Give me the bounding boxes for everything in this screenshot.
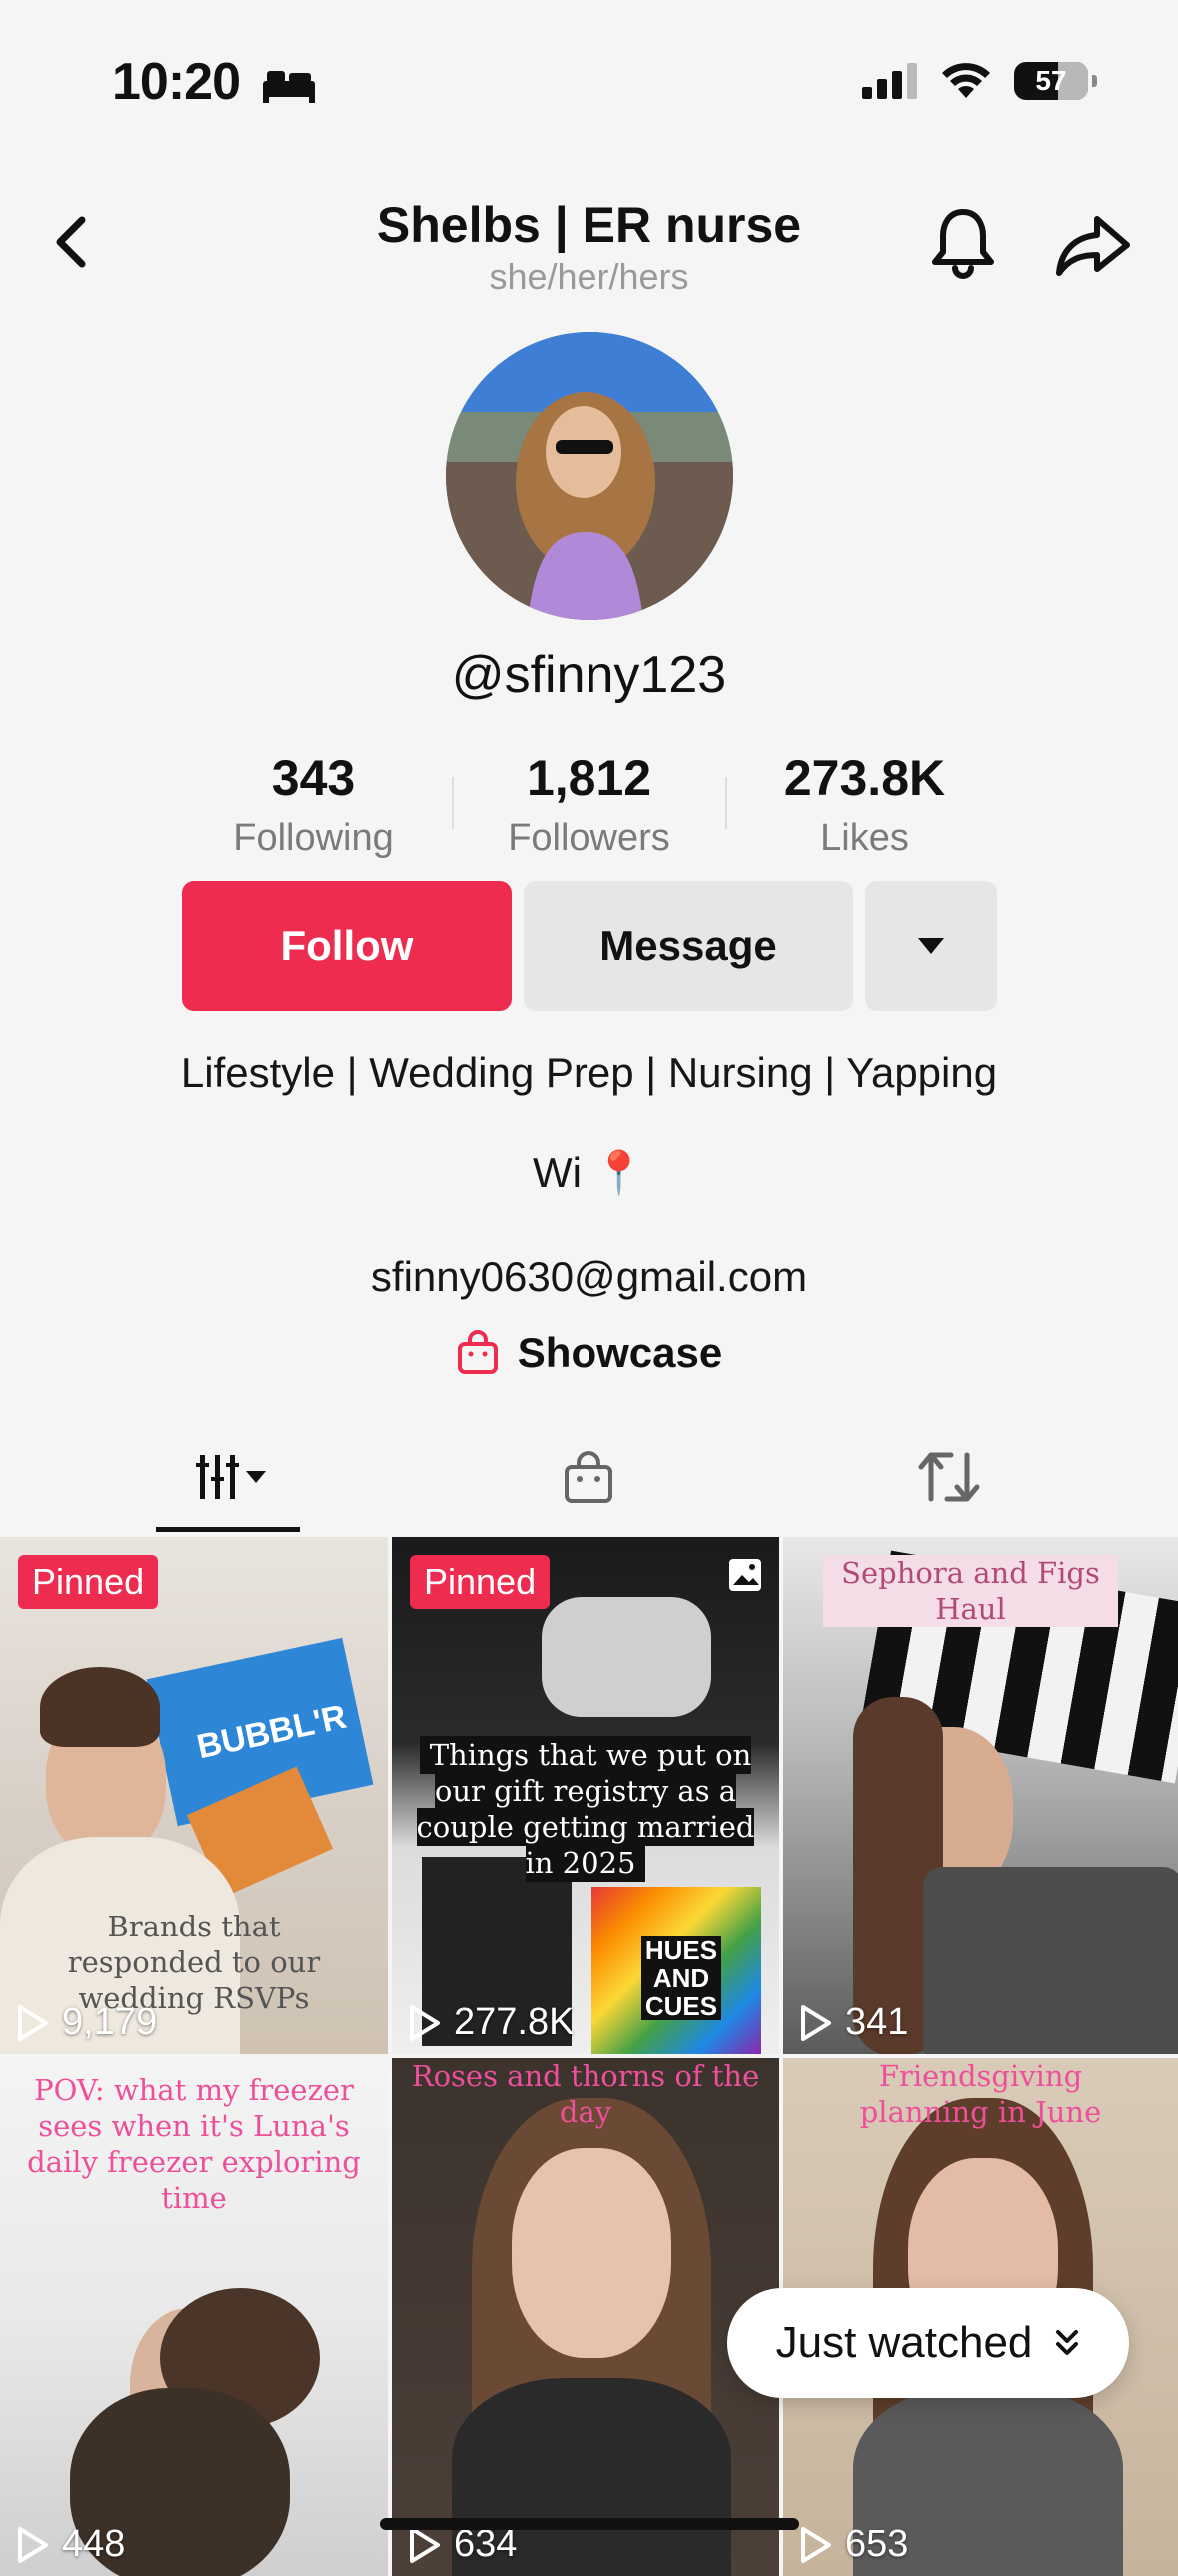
video-caption: Friendsgiving planning in June [859,2059,1102,2129]
caret-down-icon [918,938,944,954]
stat-value: 343 [271,750,356,806]
message-button[interactable]: Message [524,881,853,1011]
video-caption: Sephora and Figs Haul [823,1555,1118,1627]
notifications-button[interactable] [921,200,1005,284]
wifi-icon [942,63,990,98]
avatar[interactable] [446,332,733,620]
follow-button[interactable]: Follow [182,881,512,1011]
stat-divider [451,777,454,829]
share-arrow-icon [1056,216,1130,276]
shopping-bag-icon [457,1330,498,1374]
stat-followers[interactable]: 1,812 Followers [451,749,727,860]
tab-reposts[interactable] [889,1437,1009,1517]
safe-image [542,1597,711,1717]
video-caption: Things that we put on our gift registry … [416,1736,755,1882]
stat-value: 1,812 [526,750,652,806]
view-count: 9,179 [16,2001,157,2044]
video-grid: BUBBL'R Pinned Brands that responded to … [0,1537,1178,2576]
showcase-link[interactable]: Showcase [0,1329,1178,1377]
overlay-text: HUES AND CUES [641,1936,721,2020]
sleep-focus-icon [263,71,316,104]
bio-email[interactable]: sfinny0630@gmail.com [0,1253,1178,1301]
view-count: 277.8K [408,2001,574,2044]
stat-following[interactable]: 343 Following [176,749,452,860]
avatar-photo [446,332,733,620]
active-tab-indicator [156,1527,300,1532]
battery-indicator: 57 [1014,62,1097,100]
tab-shop[interactable] [529,1437,648,1517]
status-indicators: 57 [862,62,1097,100]
just-watched-label: Just watched [775,2318,1033,2367]
view-count: 448 [16,2523,125,2566]
play-icon [801,2004,831,2041]
video-caption: POV: what my freezer sees when it's Luna… [27,2073,361,2215]
play-icon [801,2526,831,2563]
stat-label: Followers [508,817,670,859]
video-thumbnail[interactable]: Sephora and Figs Haul 341 [783,1537,1178,2054]
photo-post-icon [729,1559,761,1591]
just-watched-button[interactable]: Just watched [727,2288,1129,2398]
stat-likes[interactable]: 273.8K Likes [727,749,1003,860]
double-chevron-down-icon [1056,2330,1079,2355]
bio-location: Wi 📍 [533,1149,645,1196]
view-count: 341 [799,2001,908,2044]
suggested-accounts-button[interactable] [865,881,997,1011]
shop-bag-icon [565,1451,612,1503]
pinned-badge: Pinned [18,1555,159,1609]
cellular-signal-icon [862,63,917,99]
profile-stats: 343 Following 1,812 Followers 273.8K Lik… [0,749,1178,860]
bio-text: Lifestyle | Wedding Prep | Nursing | Yap… [180,1049,998,1096]
play-icon [18,2526,48,2563]
video-caption: Roses and thorns of the day [411,2059,760,2129]
stat-value: 273.8K [783,750,946,806]
person-image [512,2148,671,2358]
play-icon [18,2004,48,2041]
scrubs-image [923,1867,1178,2054]
bell-icon [932,209,994,279]
video-thumbnail[interactable]: HUES AND CUES Pinned Things that we put … [392,1537,783,2054]
play-icon [410,2526,440,2563]
username: @sfinny123 [451,646,727,704]
share-button[interactable] [1051,205,1135,289]
video-thumbnail[interactable]: BUBBL'R Pinned Brands that responded to … [0,1537,392,2054]
videos-grid-icon [196,1455,266,1499]
play-icon [410,2004,440,2041]
hair-image [40,1667,160,1747]
pinned-badge: Pinned [410,1555,551,1609]
home-indicator [380,2518,799,2530]
stat-label: Likes [820,817,909,859]
video-thumbnail[interactable]: Roses and thorns of the day 634 [392,2058,783,2576]
view-count: 653 [799,2523,908,2566]
tab-videos[interactable] [168,1437,288,1517]
repost-icon [918,1452,980,1502]
showcase-label: Showcase [517,1329,723,1376]
video-thumbnail[interactable]: POV: what my freezer sees when it's Luna… [0,2058,392,2576]
status-time: 10:20 [112,52,317,112]
video-caption: Brands that responded to our wedding RSV… [67,1910,321,2015]
stat-label: Following [233,817,394,859]
